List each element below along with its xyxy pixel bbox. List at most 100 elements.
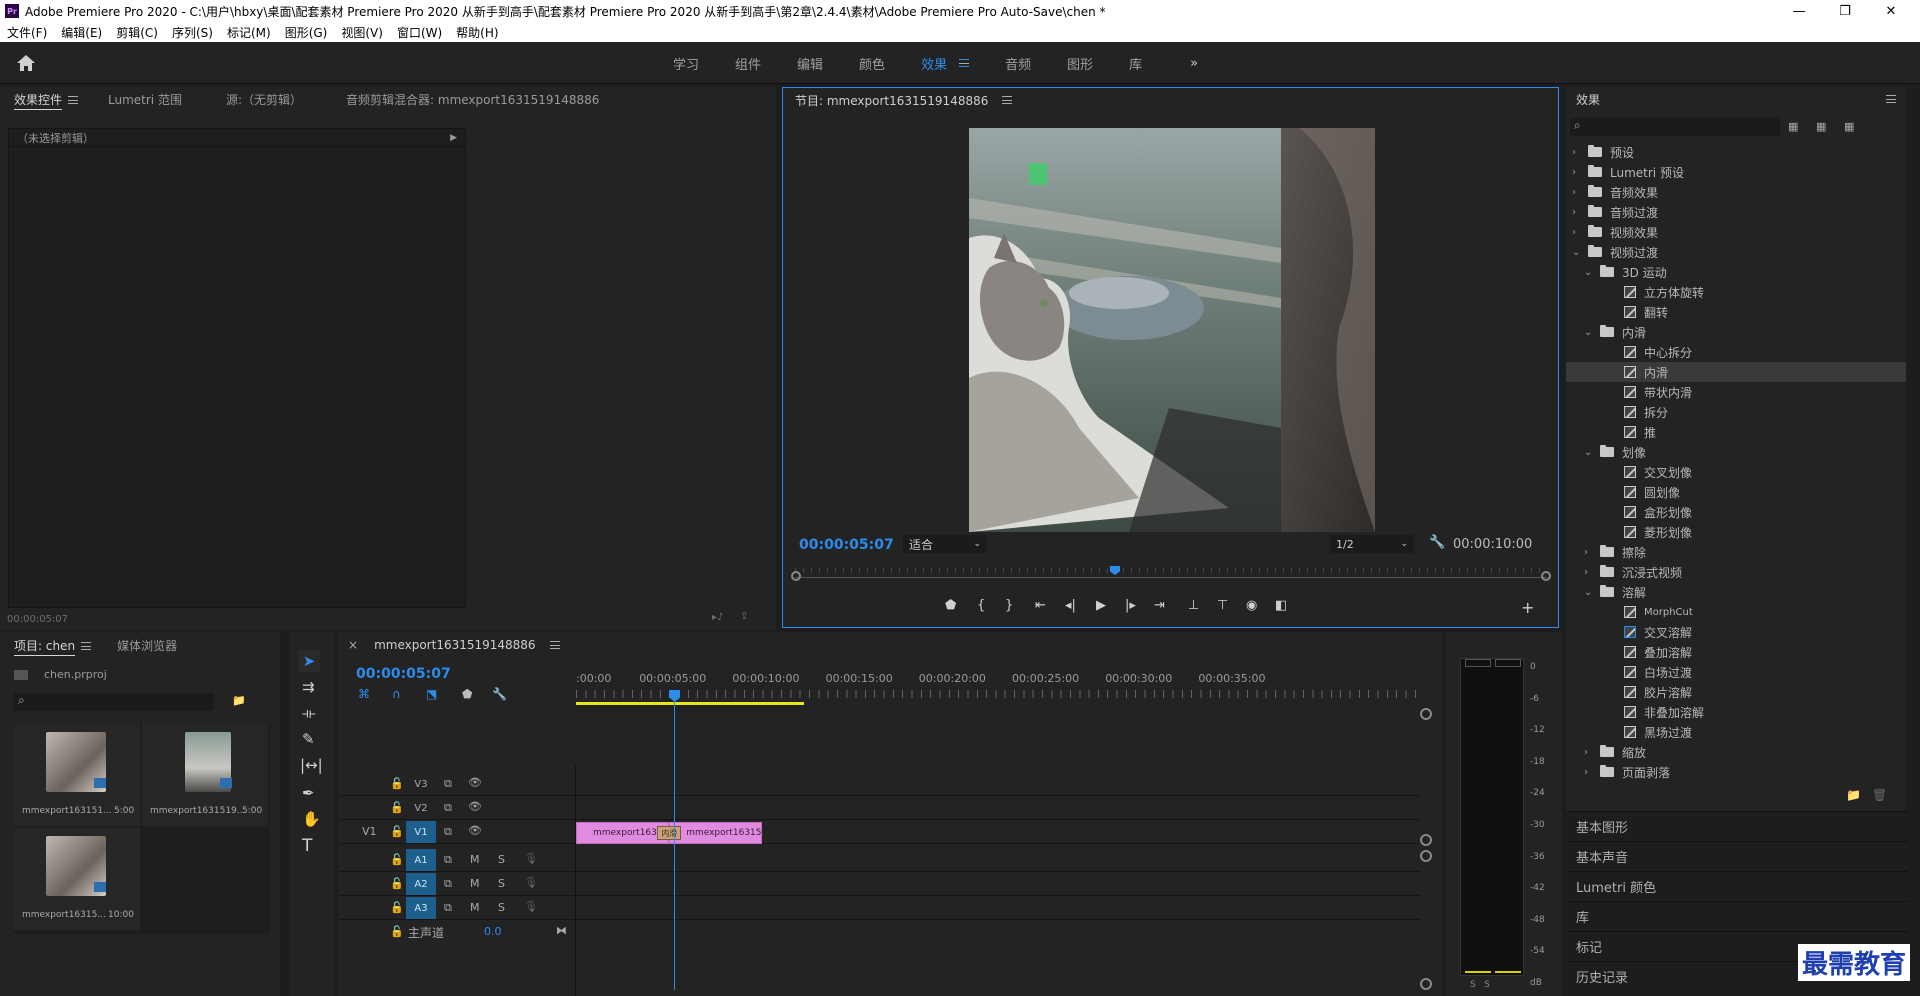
timeline-settings-wrench-icon[interactable]: 🔧: [492, 687, 507, 701]
effects-search-input[interactable]: ⌕: [1570, 118, 1780, 136]
section-essential-sound[interactable]: 基本声音: [1568, 841, 1908, 871]
tab-source[interactable]: 源:（无剪辑）: [218, 91, 310, 108]
chevron-down-icon[interactable]: ⌄: [1572, 247, 1582, 258]
sync-lock-icon[interactable]: ⧉: [444, 777, 452, 791]
project-item[interactable]: mmexport163151... 5:00: [14, 724, 140, 826]
work-area-bar[interactable]: [576, 702, 804, 705]
effects-folder[interactable]: › 沉浸式视频: [1566, 562, 1906, 582]
delete-icon[interactable]: 🗑: [1872, 788, 1887, 802]
effect-item[interactable]: 黑场过渡: [1566, 722, 1906, 742]
lock-icon[interactable]: 🔓: [390, 925, 404, 938]
tab-audio-clip-mixer[interactable]: 音频剪辑混合器: mmexport1631519148886: [338, 91, 607, 108]
chevron-right-icon[interactable]: ›: [1572, 187, 1582, 198]
program-playhead-timecode[interactable]: 00:00:05:07: [799, 537, 894, 553]
lock-icon[interactable]: 🔓: [390, 777, 404, 790]
effects-folder[interactable]: › 页面剥落: [1566, 762, 1906, 782]
type-tool-icon[interactable]: T: [302, 836, 312, 856]
timeline-sequence-title[interactable]: mmexport1631519148886: [366, 638, 544, 652]
section-libraries[interactable]: 库: [1568, 901, 1908, 931]
panel-menu-icon[interactable]: [68, 96, 79, 104]
effects-folder[interactable]: › 音频效果: [1566, 182, 1906, 202]
workspace-tab-learn[interactable]: 学习: [655, 42, 717, 84]
workspace-tab-libraries[interactable]: 库: [1111, 42, 1160, 84]
effect-item[interactable]: 立方体旋转: [1566, 282, 1906, 302]
track-label[interactable]: A2: [406, 873, 436, 895]
filter-icon[interactable]: ▸♪: [712, 612, 723, 623]
timeline-clip[interactable]: mmexport163151: [669, 822, 763, 844]
close-button[interactable]: ✕: [1868, 0, 1914, 22]
track-label[interactable]: V3: [406, 773, 436, 795]
hand-tool-icon[interactable]: ✋: [302, 810, 321, 828]
chevron-right-icon[interactable]: ›: [1584, 767, 1594, 778]
add-marker-icon[interactable]: ⬟: [945, 598, 956, 613]
effect-item[interactable]: 交叉溶解: [1566, 622, 1906, 642]
project-item[interactable]: mmexport1631519... 5:00: [142, 724, 268, 826]
panel-menu-icon[interactable]: [549, 641, 560, 649]
effects-folder[interactable]: › 视频效果: [1566, 222, 1906, 242]
lock-icon[interactable]: 🔓: [390, 801, 404, 814]
export-frame-icon[interactable]: ◉: [1246, 598, 1257, 613]
timeline-clip[interactable]: mmexport163151: [576, 822, 670, 844]
chevron-down-icon[interactable]: ⌄: [1584, 327, 1594, 338]
scrubber-start-handle[interactable]: [791, 571, 801, 581]
effect-item[interactable]: 盒形划像: [1566, 502, 1906, 522]
effects-folder[interactable]: ⌄ 3D 运动: [1566, 262, 1906, 282]
effect-item[interactable]: 推: [1566, 422, 1906, 442]
scroll-handle-bottom[interactable]: [1420, 978, 1432, 990]
chevron-down-icon[interactable]: ⌄: [1584, 447, 1594, 458]
extract-icon[interactable]: ⊤: [1217, 598, 1228, 613]
accelerated-effects-icon[interactable]: ▦: [1788, 120, 1798, 133]
chevron-right-icon[interactable]: ›: [1584, 747, 1594, 758]
mute-button[interactable]: M: [470, 877, 480, 890]
lock-icon[interactable]: 🔓: [390, 825, 404, 838]
scroll-handle-audio-top[interactable]: [1420, 850, 1432, 862]
restore-button[interactable]: ❐: [1822, 0, 1868, 22]
sync-lock-icon[interactable]: ⧉: [444, 825, 452, 839]
export-icon[interactable]: ⇪: [740, 611, 748, 622]
sync-lock-icon[interactable]: ⧉: [444, 853, 452, 867]
effects-folder[interactable]: › Lumetri 预设: [1566, 162, 1906, 182]
menu-help[interactable]: 帮助(H): [449, 24, 505, 41]
effects-folder[interactable]: ⌄ 溶解: [1566, 582, 1906, 602]
effect-item[interactable]: 叠加溶解: [1566, 642, 1906, 662]
step-forward-icon[interactable]: |▸: [1125, 598, 1136, 613]
workspace-more-button[interactable]: »: [1160, 42, 1216, 84]
menu-marker[interactable]: 标记(M): [220, 24, 278, 41]
voiceover-mic-icon[interactable]: 🎙: [524, 876, 538, 889]
nest-icon[interactable]: ⌘: [358, 687, 370, 701]
eye-icon[interactable]: 👁: [468, 800, 482, 813]
eye-icon[interactable]: 👁: [468, 776, 482, 789]
effect-item[interactable]: 圆划像: [1566, 482, 1906, 502]
workspace-tab-assembly[interactable]: 组件: [717, 42, 779, 84]
new-custom-bin-icon[interactable]: 📁: [1846, 788, 1861, 802]
effects-folder[interactable]: › 擦除: [1566, 542, 1906, 562]
source-patch-label[interactable]: V1: [362, 825, 377, 838]
chevron-right-icon[interactable]: ›: [1572, 207, 1582, 218]
workspace-tab-color[interactable]: 颜色: [841, 42, 903, 84]
eye-icon[interactable]: 👁: [468, 824, 482, 837]
go-to-in-icon[interactable]: ⇤: [1035, 598, 1046, 613]
linked-selection-icon[interactable]: ⬔: [426, 687, 437, 701]
chevron-down-icon[interactable]: ⌄: [1584, 587, 1594, 598]
zoom-select[interactable]: 适合 ⌄: [903, 535, 987, 553]
section-lumetri-color[interactable]: Lumetri 颜色: [1568, 871, 1908, 901]
add-marker-icon[interactable]: ⬟: [462, 687, 472, 701]
voiceover-mic-icon[interactable]: 🎙: [524, 900, 538, 913]
section-essential-graphics[interactable]: 基本图形: [1568, 811, 1908, 841]
chevron-down-icon[interactable]: ⌄: [1584, 267, 1594, 278]
close-sequence-icon[interactable]: ×: [338, 638, 366, 652]
32bit-effects-icon[interactable]: ▦: [1816, 120, 1826, 133]
master-volume-value[interactable]: 0.0: [484, 925, 502, 938]
lock-icon[interactable]: 🔓: [390, 877, 404, 890]
chevron-right-icon[interactable]: ›: [1584, 547, 1594, 558]
master-go-icon[interactable]: ⧓: [556, 924, 567, 937]
effect-item[interactable]: 中心拆分: [1566, 342, 1906, 362]
pen-tool-icon[interactable]: ✒: [302, 784, 315, 802]
chevron-right-icon[interactable]: ›: [1572, 147, 1582, 158]
meter-solo-buttons[interactable]: S S: [1470, 980, 1490, 990]
snap-magnet-icon[interactable]: ∩: [392, 687, 401, 701]
expand-arrow-icon[interactable]: ▶: [450, 133, 457, 143]
lock-icon[interactable]: 🔓: [390, 853, 404, 866]
effect-item[interactable]: MorphCut: [1566, 602, 1906, 622]
home-icon[interactable]: [16, 54, 36, 72]
